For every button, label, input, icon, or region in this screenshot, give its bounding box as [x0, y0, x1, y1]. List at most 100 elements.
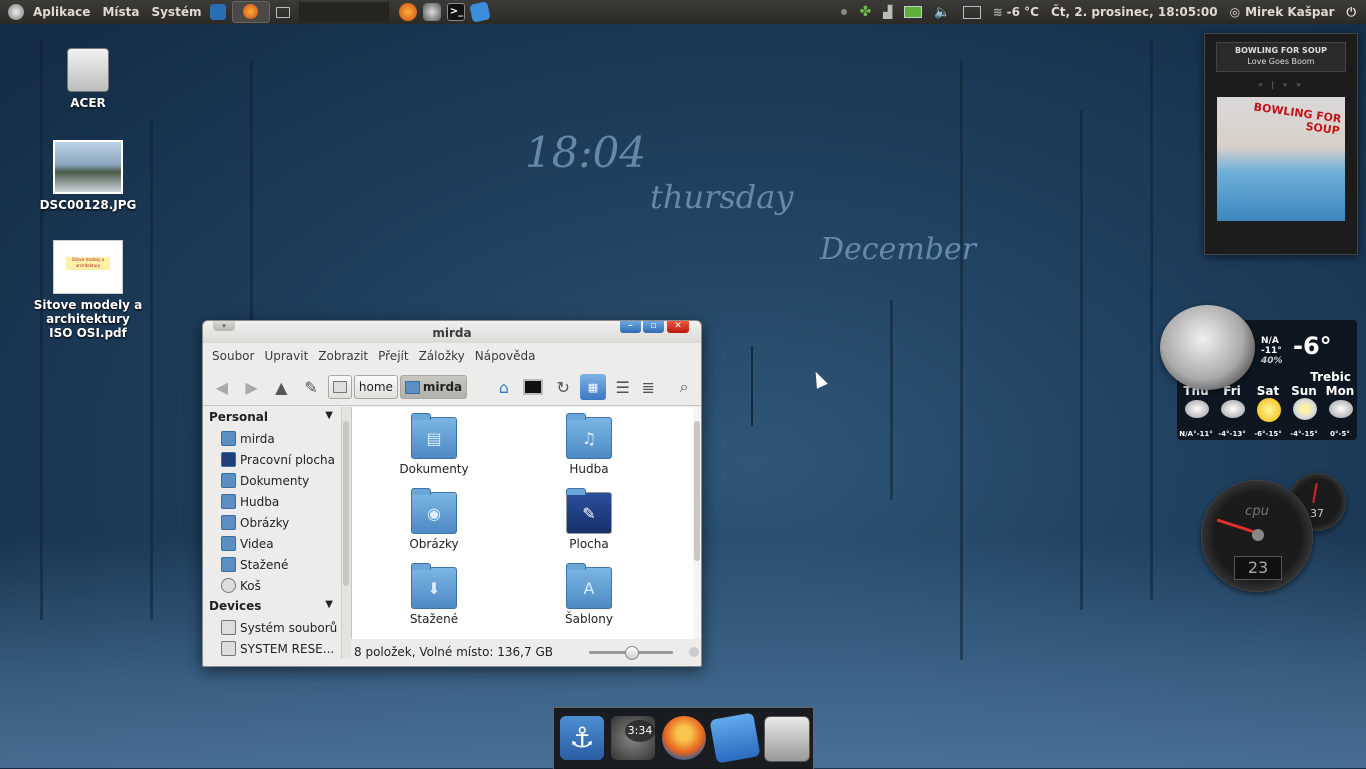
zoom-slider-knob[interactable] — [625, 646, 639, 660]
window-title: mirda — [432, 326, 471, 340]
zoom-slider[interactable] — [589, 651, 673, 654]
desktop-icon-label: DSC00128.JPG — [33, 198, 143, 212]
resize-grip[interactable] — [689, 647, 699, 657]
panel-clock[interactable]: Čt, 2. prosinec, 18:05:00 — [1045, 0, 1224, 24]
audio-launcher-icon[interactable] — [423, 3, 441, 21]
menu-places[interactable]: Místa — [96, 5, 145, 19]
sidebar-item-documents[interactable]: Dokumenty — [203, 470, 341, 491]
breadcrumb-drive[interactable] — [328, 375, 352, 399]
taskbar-window[interactable] — [276, 7, 290, 18]
cpu-gauge[interactable]: cpu 23 — [1201, 480, 1313, 592]
weather-indicator[interactable]: ≋-6 °C — [987, 0, 1045, 24]
desktop-icon-acer[interactable]: ACER — [33, 48, 143, 110]
collapse-arrow-icon[interactable]: ▼ — [325, 407, 333, 424]
sidebar-item-music[interactable]: Hudba — [203, 491, 341, 512]
indicator-dot — [835, 0, 853, 24]
list-view-button[interactable]: ☰ — [610, 374, 636, 400]
forward-arrow-icon[interactable]: ▶ — [239, 374, 265, 400]
sidebar-item-videos[interactable]: Videa — [203, 533, 341, 554]
folder-label: Stažené — [384, 612, 484, 626]
content-scrollbar[interactable] — [693, 407, 702, 639]
sidebar-item-downloads[interactable]: Stažené — [203, 554, 341, 575]
dock-anchor-icon[interactable]: ⚓ — [560, 716, 604, 760]
icon-view-button[interactable]: ▦ — [580, 374, 606, 400]
menu-edit[interactable]: Upravit — [259, 349, 313, 363]
moon-cloud-icon — [1160, 305, 1255, 390]
qq-launcher-icon[interactable] — [470, 1, 491, 22]
dock-qq-icon[interactable] — [710, 713, 761, 764]
breadcrumb-label: mirda — [423, 380, 462, 394]
menu-file[interactable]: Soubor — [207, 349, 259, 363]
back-arrow-icon[interactable]: ◀ — [209, 374, 235, 400]
computer-icon[interactable] — [521, 374, 547, 400]
collapse-arrow-icon[interactable]: ▼ — [325, 596, 333, 613]
folder-templates[interactable]: AŠablony — [539, 567, 639, 626]
sidebar-item-mirda[interactable]: mirda — [203, 428, 341, 449]
sidebar-item-desktop[interactable]: Pracovní plocha — [203, 449, 341, 470]
menu-applications[interactable]: Aplikace — [27, 5, 96, 19]
network-icon[interactable]: ▟ — [877, 0, 898, 24]
volume-icon[interactable]: 🔈 — [928, 0, 956, 24]
menu-bookmarks[interactable]: Záložky — [414, 349, 470, 363]
player-controls[interactable]: « | » » — [1205, 80, 1357, 89]
mouse-cursor-icon — [810, 369, 828, 389]
folder-music[interactable]: ♫Hudba — [539, 417, 639, 476]
dock-firefox-icon[interactable] — [662, 716, 706, 760]
terminal-icon[interactable]: >_ — [447, 3, 465, 21]
window-menu-button[interactable]: ▾ — [213, 321, 235, 331]
sidebar-item-label: Systém souborů — [240, 621, 337, 635]
breadcrumb-mirda[interactable]: mirda — [400, 375, 467, 399]
reload-icon[interactable]: ↻ — [550, 374, 576, 400]
battery-icon[interactable] — [898, 0, 928, 24]
music-folder-icon: ♫ — [566, 417, 612, 459]
tree — [250, 60, 253, 320]
mail-icon[interactable] — [957, 0, 987, 24]
scrollbar-thumb[interactable] — [343, 421, 349, 586]
sidebar-scrollbar[interactable] — [341, 407, 351, 659]
cpu-gauge-value: 23 — [1234, 556, 1282, 580]
cpu-gauge-label: cpu — [1201, 504, 1313, 519]
sidebar-item-trash[interactable]: Koš — [203, 575, 341, 596]
downloads-folder-icon — [221, 557, 236, 572]
drive-icon — [333, 381, 347, 393]
ubuntu-logo-icon[interactable] — [8, 4, 24, 20]
videos-folder-icon — [221, 536, 236, 551]
dock-clock-icon[interactable]: 3:34 — [611, 716, 655, 760]
drive-icon — [221, 641, 236, 656]
compact-view-button[interactable]: ≣ — [636, 374, 662, 400]
desktop-icon-pdf[interactable]: Sitove modely a architektury Sitove mode… — [33, 240, 143, 340]
user-menu[interactable]: ◎Mirek Kašpar — [1224, 0, 1341, 24]
close-button[interactable]: ✕ — [667, 321, 689, 333]
folder-desktop[interactable]: ✎Plocha — [539, 492, 639, 551]
minimize-button[interactable]: – — [620, 321, 641, 333]
sidebar-item-pictures[interactable]: Obrázky — [203, 512, 341, 533]
home-icon[interactable]: ⌂ — [491, 374, 517, 400]
maximize-button[interactable]: ▫ — [643, 321, 664, 333]
menu-go[interactable]: Přejít — [373, 349, 413, 363]
menu-help[interactable]: Nápověda — [470, 349, 541, 363]
firefox-launcher-icon[interactable] — [399, 3, 417, 21]
desktop-icon-photo[interactable]: DSC00128.JPG — [33, 140, 143, 212]
show-desktop-icon[interactable] — [210, 4, 226, 20]
breadcrumb-home[interactable]: home — [354, 375, 398, 399]
search-icon[interactable]: ⌕ — [671, 374, 697, 400]
clover-icon[interactable]: ✤ — [853, 0, 877, 24]
menu-system[interactable]: Systém — [145, 5, 207, 19]
sidebar-item-system-reserved[interactable]: SYSTEM RESE... — [203, 638, 341, 659]
power-icon[interactable]: ⏻ — [1341, 0, 1366, 24]
folder-downloads[interactable]: ⬇Stažené — [384, 567, 484, 626]
folder-documents[interactable]: ▤Dokumenty — [384, 417, 484, 476]
sidebar-item-filesystem[interactable]: Systém souborů — [203, 617, 341, 638]
up-arrow-icon[interactable]: ▲ — [268, 374, 294, 400]
edit-pencil-icon[interactable]: ✎ — [298, 374, 324, 400]
sidebar-header-personal[interactable]: Personal▼ — [203, 407, 341, 428]
scrollbar-thumb[interactable] — [694, 421, 700, 561]
folder-pictures[interactable]: ◉Obrázky — [384, 492, 484, 551]
dock-drive-icon[interactable] — [764, 716, 810, 762]
gauge-needle — [1312, 483, 1317, 503]
sidebar-header-devices[interactable]: Devices▼ — [203, 596, 341, 617]
desktop-icon — [221, 452, 236, 467]
taskbar-firefox[interactable] — [232, 1, 270, 23]
window-titlebar[interactable]: ▾ mirda – ▫ ✕ — [203, 321, 701, 343]
menu-view[interactable]: Zobrazit — [313, 349, 373, 363]
